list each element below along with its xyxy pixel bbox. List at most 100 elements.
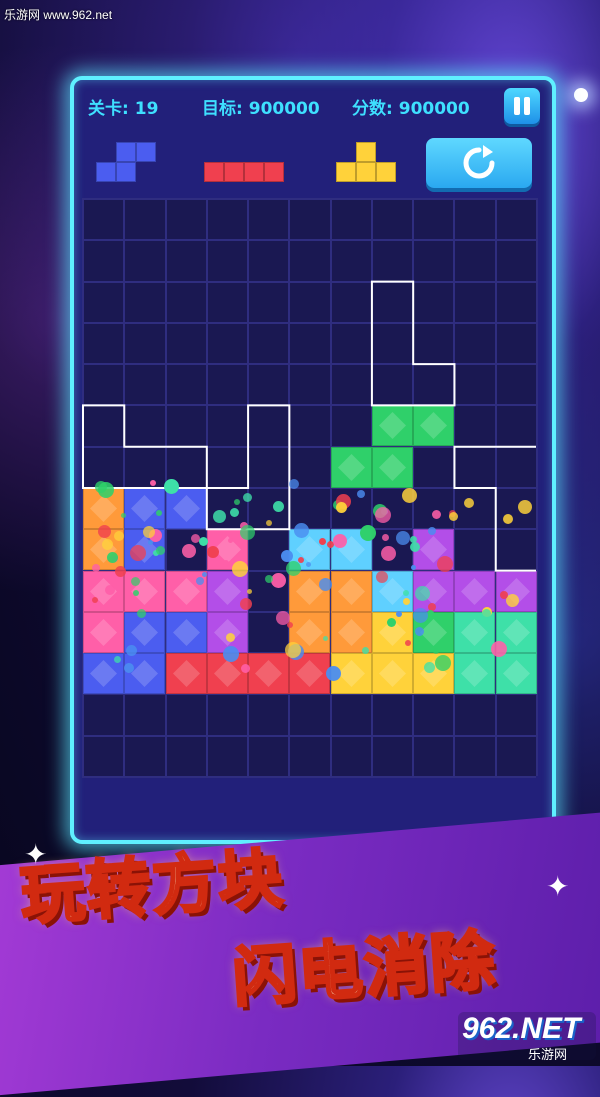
particle-effect bbox=[131, 577, 140, 586]
score-label: 分数: bbox=[352, 99, 393, 119]
site-watermark: 乐游网 www.962.net bbox=[4, 8, 113, 22]
particle-effect bbox=[413, 608, 428, 623]
particle-effect bbox=[289, 479, 299, 489]
level-label: 关卡: bbox=[88, 99, 129, 119]
score-value: 900000 bbox=[398, 99, 470, 119]
particle-effect bbox=[381, 546, 396, 561]
particle-effect bbox=[213, 510, 226, 523]
particle-effect bbox=[126, 645, 137, 656]
particle-effect bbox=[506, 594, 519, 607]
piece-cell bbox=[336, 162, 356, 182]
refresh-button[interactable] bbox=[426, 138, 532, 188]
level-display: 关卡: 19 bbox=[88, 94, 158, 119]
particle-effect bbox=[491, 641, 507, 657]
particle-effect bbox=[226, 633, 235, 642]
particle-effect bbox=[362, 647, 369, 654]
particle-effect bbox=[266, 520, 272, 526]
game-board[interactable] bbox=[82, 198, 538, 778]
particle-effect bbox=[124, 663, 134, 673]
particle-effect bbox=[382, 534, 389, 541]
particle-effect bbox=[241, 664, 250, 673]
particle-effect bbox=[375, 507, 391, 523]
particle-effect bbox=[240, 525, 255, 540]
particle-effect bbox=[207, 546, 219, 558]
particle-effect bbox=[415, 586, 430, 601]
particle-effect bbox=[196, 577, 204, 585]
particle-effect bbox=[232, 561, 248, 577]
pause-button[interactable] bbox=[504, 88, 540, 124]
particle-effect bbox=[156, 510, 162, 516]
particle-effect bbox=[464, 498, 474, 508]
particle-effect bbox=[285, 642, 301, 658]
particle-effect bbox=[432, 510, 441, 519]
particle-effect bbox=[323, 636, 328, 641]
sparkle-icon: ✦ bbox=[546, 870, 570, 903]
particle-effect bbox=[105, 585, 115, 595]
particle-effect bbox=[402, 488, 417, 503]
particle-effect bbox=[449, 512, 458, 521]
particle-effect bbox=[360, 525, 376, 541]
logo-main-text: 962.NET bbox=[462, 1012, 581, 1045]
refresh-icon bbox=[463, 145, 495, 179]
particle-effect bbox=[298, 557, 304, 563]
target-label: 目标: bbox=[202, 99, 243, 119]
particle-effect bbox=[333, 534, 347, 548]
piece-cell bbox=[116, 162, 136, 182]
particle-effect bbox=[265, 575, 273, 583]
slogan-line-1: 玩转方块 bbox=[17, 840, 289, 935]
particle-effect bbox=[294, 523, 309, 538]
particle-effect bbox=[114, 656, 121, 663]
particle-effect bbox=[182, 544, 196, 558]
particle-effect bbox=[247, 589, 252, 594]
particle-effect bbox=[223, 560, 229, 566]
particle-effect bbox=[427, 610, 434, 617]
particle-effect bbox=[137, 609, 146, 618]
particle-effect bbox=[387, 618, 396, 627]
particle-effect bbox=[107, 552, 118, 563]
game-panel: 关卡: 19 目标: 900000 分数: 900000 bbox=[70, 76, 556, 844]
particle-effect bbox=[415, 627, 424, 636]
particle-effect bbox=[357, 490, 365, 498]
particle-effect bbox=[319, 578, 332, 591]
particle-effect bbox=[482, 609, 491, 618]
piece-cell bbox=[224, 162, 244, 182]
particle-effect bbox=[156, 546, 165, 555]
piece-cell bbox=[264, 162, 284, 182]
target-value: 900000 bbox=[248, 99, 320, 119]
piece-cell bbox=[136, 142, 156, 162]
slogan-line-2: 闪电消除 bbox=[229, 922, 501, 1017]
piece-cell bbox=[204, 162, 224, 182]
particle-effect bbox=[228, 538, 233, 543]
piece-cell bbox=[116, 142, 136, 162]
logo-sub-text: 乐游网 bbox=[528, 1047, 568, 1062]
particle-effect bbox=[243, 493, 252, 502]
placement-outlines bbox=[82, 280, 536, 572]
score-display: 分数: 900000 bbox=[352, 94, 470, 119]
particle-effect bbox=[199, 537, 208, 546]
particle-effect bbox=[114, 531, 124, 541]
particle-effect bbox=[410, 542, 420, 552]
particle-effect bbox=[437, 556, 453, 572]
piece-cell bbox=[96, 162, 116, 182]
particle-effect bbox=[223, 646, 239, 662]
piece-cell bbox=[356, 162, 376, 182]
particle-effect bbox=[518, 500, 532, 514]
particle-effect bbox=[336, 502, 347, 513]
site-logo: 962.NET 乐游网 bbox=[458, 1012, 596, 1062]
target-display: 目标: 900000 bbox=[202, 94, 320, 119]
particle-effect bbox=[306, 562, 311, 567]
particle-effect bbox=[150, 480, 156, 486]
particle-effect bbox=[403, 590, 409, 596]
particle-effect bbox=[133, 590, 139, 596]
particle-effect bbox=[396, 531, 410, 545]
particle-effect bbox=[500, 591, 508, 599]
placement-outline bbox=[82, 404, 208, 489]
particle-effect bbox=[234, 499, 240, 505]
particle-effect bbox=[143, 526, 155, 538]
particle-effect bbox=[98, 482, 114, 498]
particle-effect bbox=[230, 508, 239, 517]
particle-effect bbox=[115, 566, 126, 577]
particle-effect bbox=[92, 597, 98, 603]
particle-effect bbox=[410, 536, 417, 543]
particle-effect bbox=[396, 611, 402, 617]
